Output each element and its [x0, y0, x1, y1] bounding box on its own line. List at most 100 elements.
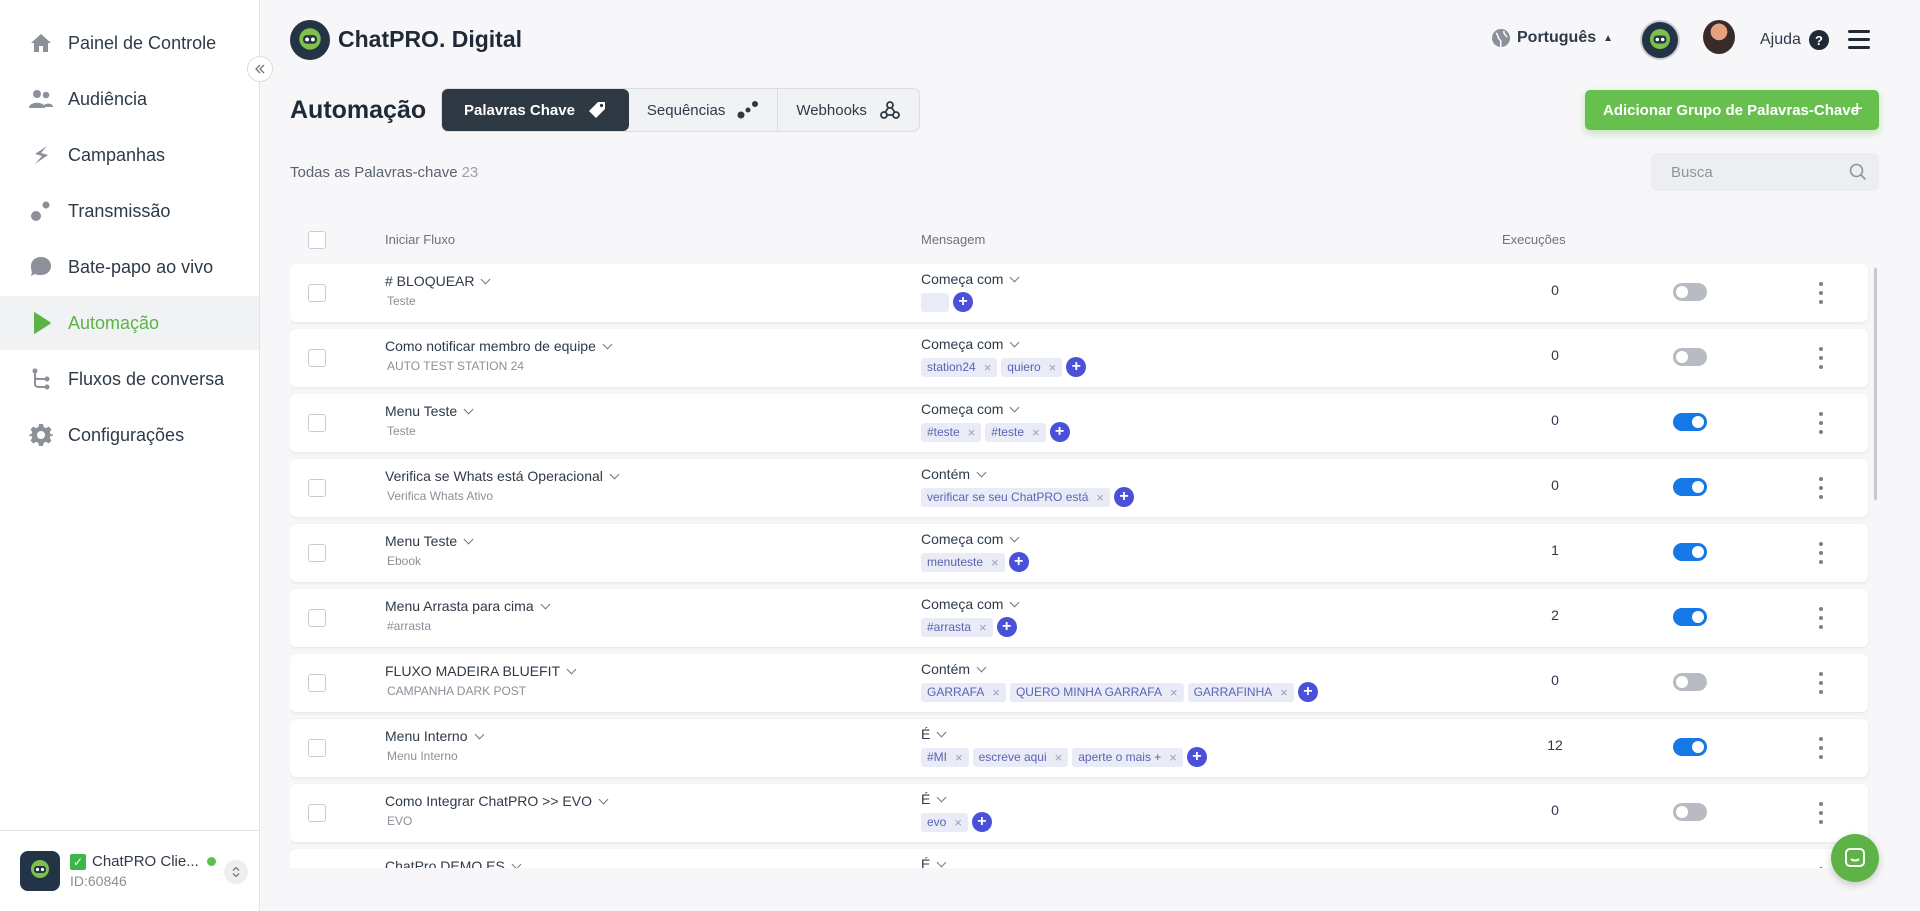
close-icon[interactable]: ×: [954, 815, 962, 830]
add-keyword-button[interactable]: +: [1049, 422, 1070, 442]
close-icon[interactable]: ×: [955, 750, 963, 765]
active-toggle[interactable]: [1673, 348, 1707, 366]
add-keyword-button[interactable]: +: [1114, 487, 1134, 507]
user-avatar[interactable]: [1703, 20, 1735, 54]
sidebar-item-audiencia[interactable]: Audiência: [0, 72, 259, 126]
sidebar-item-fluxos-de-conversa[interactable]: Fluxos de conversa: [0, 352, 259, 406]
chat-widget-button[interactable]: [1831, 834, 1879, 882]
more-options-icon[interactable]: [1815, 412, 1827, 434]
select-all-checkbox[interactable]: [308, 231, 326, 249]
add-keyword-button[interactable]: +: [971, 812, 992, 832]
keyword-tag[interactable]: [921, 292, 949, 312]
more-options-icon[interactable]: [1815, 347, 1827, 369]
add-keyword-button[interactable]: +: [1297, 682, 1318, 702]
more-options-icon[interactable]: [1815, 282, 1827, 304]
brand-logo[interactable]: [290, 20, 330, 60]
help-link[interactable]: Ajuda ?: [1760, 30, 1829, 50]
more-options-icon[interactable]: [1815, 542, 1827, 564]
close-icon[interactable]: ×: [1096, 490, 1104, 505]
collapse-sidebar-button[interactable]: [247, 56, 273, 82]
row-checkbox[interactable]: [308, 609, 326, 627]
active-toggle[interactable]: [1673, 413, 1707, 431]
active-toggle[interactable]: [1673, 738, 1707, 756]
table-scrollbar[interactable]: [1874, 268, 1877, 500]
flow-selector[interactable]: # BLOQUEAR: [385, 273, 491, 289]
match-condition-dropdown[interactable]: Contém: [921, 466, 987, 482]
row-checkbox[interactable]: [308, 414, 326, 432]
column-header-message[interactable]: Mensagem: [921, 232, 985, 247]
close-icon[interactable]: ×: [979, 620, 987, 635]
active-toggle[interactable]: [1673, 283, 1707, 301]
close-icon[interactable]: ×: [1280, 685, 1288, 700]
match-condition-dropdown[interactable]: Começa com: [921, 596, 1020, 612]
close-icon[interactable]: ×: [991, 555, 999, 570]
match-condition-dropdown[interactable]: Começa com: [921, 531, 1020, 547]
add-keyword-button[interactable]: +: [1066, 357, 1087, 377]
sidebar-item-configuracoes[interactable]: Configurações: [0, 408, 259, 462]
row-checkbox[interactable]: [308, 284, 326, 302]
sidebar-item-bate-papo-ao-vivo[interactable]: Bate-papo ao vivo: [0, 240, 259, 294]
sidebar-item-transmissao[interactable]: Transmissão: [0, 184, 259, 238]
more-options-icon[interactable]: [1815, 867, 1827, 868]
more-options-icon[interactable]: [1815, 802, 1827, 824]
column-header-flow[interactable]: Iniciar Fluxo: [385, 232, 455, 247]
sidebar-item-painel-de-controle[interactable]: Painel de Controle: [0, 16, 259, 70]
flow-selector[interactable]: Menu Teste: [385, 403, 474, 419]
menu-icon[interactable]: [1848, 30, 1870, 50]
close-icon[interactable]: ×: [992, 685, 1000, 700]
add-keyword-button[interactable]: +: [1186, 747, 1207, 767]
add-keyword-group-button[interactable]: Adicionar Grupo de Palavras-Chave +: [1585, 90, 1879, 130]
more-options-icon[interactable]: [1815, 737, 1827, 759]
tab-webhooks[interactable]: Webhooks: [778, 89, 919, 131]
flow-selector[interactable]: Menu Interno: [385, 728, 484, 744]
match-condition-dropdown[interactable]: É: [921, 856, 947, 868]
active-toggle[interactable]: [1673, 608, 1707, 626]
match-condition-dropdown[interactable]: É: [921, 726, 947, 742]
match-condition-dropdown[interactable]: Começa com: [921, 401, 1020, 417]
row-checkbox[interactable]: [308, 804, 326, 822]
row-checkbox[interactable]: [308, 739, 326, 757]
more-options-icon[interactable]: [1815, 672, 1827, 694]
match-condition-dropdown[interactable]: Começa com: [921, 271, 1020, 287]
flow-selector[interactable]: Menu Teste: [385, 533, 474, 549]
add-keyword-button[interactable]: +: [1008, 552, 1029, 572]
close-icon[interactable]: ×: [1032, 425, 1040, 440]
match-condition-dropdown[interactable]: É: [921, 791, 947, 807]
active-toggle[interactable]: [1673, 543, 1707, 561]
column-header-executions[interactable]: Execuções: [1502, 232, 1566, 247]
search-input[interactable]: [1671, 163, 1841, 181]
tab-sequencias[interactable]: Sequências: [629, 89, 779, 131]
more-options-icon[interactable]: [1815, 477, 1827, 499]
flow-selector[interactable]: Como notificar membro de equipe: [385, 338, 613, 354]
flow-selector[interactable]: Menu Arrasta para cima: [385, 598, 551, 614]
row-checkbox[interactable]: [308, 349, 326, 367]
close-icon[interactable]: ×: [984, 360, 992, 375]
updown-chevron-icon[interactable]: [224, 860, 248, 884]
active-toggle[interactable]: [1673, 673, 1707, 691]
row-checkbox[interactable]: [308, 544, 326, 562]
sidebar-item-automacao[interactable]: Automação: [0, 296, 259, 350]
sidebar-item-campanhas[interactable]: Campanhas: [0, 128, 259, 182]
add-keyword-button[interactable]: +: [953, 292, 973, 312]
add-keyword-button[interactable]: +: [996, 617, 1017, 637]
match-condition-dropdown[interactable]: Começa com: [921, 336, 1020, 352]
row-checkbox[interactable]: [308, 674, 326, 692]
close-icon[interactable]: ×: [968, 425, 976, 440]
tab-palavras-chave[interactable]: Palavras Chave: [442, 89, 629, 131]
more-options-icon[interactable]: [1815, 607, 1827, 629]
flow-selector[interactable]: Verifica se Whats está Operacional: [385, 468, 620, 484]
row-checkbox[interactable]: [308, 479, 326, 497]
close-icon[interactable]: ×: [1169, 750, 1177, 765]
match-condition-dropdown[interactable]: Contém: [921, 661, 987, 677]
close-icon[interactable]: ×: [1055, 750, 1063, 765]
active-toggle[interactable]: [1673, 803, 1707, 821]
close-icon[interactable]: ×: [1049, 360, 1057, 375]
account-switcher[interactable]: ✓ ChatPRO Clie... ID:60846: [0, 830, 259, 911]
flow-selector[interactable]: FLUXO MADEIRA BLUEFIT: [385, 663, 577, 679]
bot-avatar[interactable]: [1640, 20, 1680, 60]
flow-selector[interactable]: Como Integrar ChatPRO >> EVO: [385, 793, 609, 809]
flow-selector[interactable]: ChatPro DEMO ES: [385, 858, 522, 868]
close-icon[interactable]: ×: [1170, 685, 1178, 700]
language-selector[interactable]: Português ▲: [1491, 28, 1613, 48]
active-toggle[interactable]: [1673, 478, 1707, 496]
